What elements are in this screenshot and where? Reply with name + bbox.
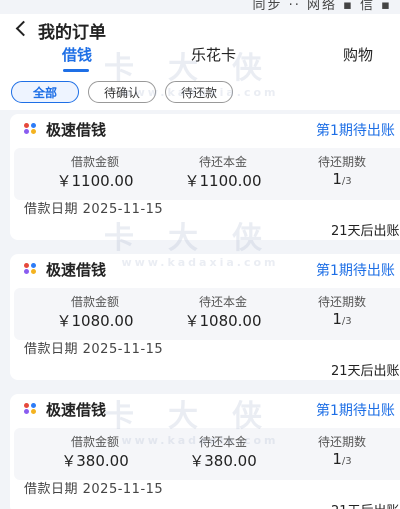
amount-value: ￥1080.00	[56, 312, 134, 330]
amount-label: 借款金额	[70, 155, 119, 169]
amount-label: 借款金额	[70, 295, 119, 309]
product-name: 极速借钱	[46, 261, 107, 279]
category-tabs: 借钱 乐花卡 购物	[0, 42, 400, 72]
order-status: 第1期待出账	[316, 263, 395, 279]
periods-current: 1	[332, 310, 342, 328]
billing-countdown: 21天后出账	[331, 500, 400, 509]
amount-value: ￥380.00	[61, 452, 129, 470]
loan-date: 借款日期 2025-11-15	[24, 202, 164, 217]
billing-countdown: 21天后出账	[331, 364, 400, 379]
periods-total: /3	[341, 316, 352, 327]
order-card-header: 极速借钱 第1期待出账	[10, 394, 400, 422]
order-stats: 借款金额 ￥1100.00 待还本金 ￥1100.00 待还期数 1/3	[14, 148, 400, 200]
filter-pending-confirm-chip[interactable]: 待确认	[88, 81, 156, 103]
order-card[interactable]: 极速借钱 第1期待出账 借款金额 ￥1100.00 待还本金 ￥1100.00 …	[10, 114, 400, 240]
order-list-page: 同步 ·· 网络 ▪ 信 ▪ 我的订单 借钱 乐花卡 购物 全部 待确认 待还款…	[0, 0, 400, 509]
product-name: 极速借钱	[46, 401, 107, 419]
periods-current: 1	[332, 450, 342, 468]
periods-total: /3	[341, 176, 352, 187]
loan-date: 借款日期 2025-11-15	[24, 342, 164, 357]
periods-label: 待还期数	[317, 435, 366, 449]
product-name: 极速借钱	[46, 121, 107, 139]
order-card[interactable]: 极速借钱 第1期待出账 借款金额 ￥1080.00 待还本金 ￥1080.00 …	[10, 254, 400, 380]
principal-value: ￥1080.00	[184, 312, 262, 330]
loan-date: 借款日期 2025-11-15	[24, 482, 164, 497]
back-arrow-icon[interactable]	[12, 17, 32, 39]
periods-label: 待还期数	[317, 295, 366, 309]
order-card[interactable]: 极速借钱 第1期待出账 借款金额 ￥380.00 待还本金 ￥380.00 待还…	[10, 394, 400, 509]
order-card-header: 极速借钱 第1期待出账	[10, 254, 400, 282]
periods-value: 1/3	[306, 170, 378, 188]
principal-label: 待还本金	[198, 435, 247, 449]
order-status: 第1期待出账	[316, 403, 395, 419]
order-stats: 借款金额 ￥380.00 待还本金 ￥380.00 待还期数 1/3	[14, 428, 400, 480]
tab-lehua-card[interactable]: 乐花卡	[191, 44, 236, 65]
product-logo-icon	[24, 403, 38, 415]
status-bar: 同步 ·· 网络 ▪ 信 ▪	[0, 0, 400, 13]
amount-label: 借款金额	[70, 435, 119, 449]
periods-value: 1/3	[306, 450, 378, 468]
page-title: 我的订单	[38, 23, 106, 43]
status-filter-bar: 全部 待确认 待还款	[0, 72, 400, 110]
periods-total: /3	[341, 456, 352, 467]
principal-value: ￥1100.00	[184, 172, 262, 190]
periods-value: 1/3	[306, 310, 378, 328]
periods-label: 待还期数	[317, 155, 366, 169]
tab-shopping[interactable]: 购物	[343, 44, 373, 65]
principal-label: 待还本金	[198, 155, 247, 169]
product-logo-icon	[24, 123, 38, 135]
order-card-header: 极速借钱 第1期待出账	[10, 114, 400, 142]
billing-countdown: 21天后出账	[331, 224, 400, 239]
filter-all-chip[interactable]: 全部	[11, 81, 79, 103]
tab-loan[interactable]: 借钱	[62, 44, 92, 65]
product-logo-icon	[24, 263, 38, 275]
order-status: 第1期待出账	[316, 123, 395, 139]
filter-pending-repay-chip[interactable]: 待还款	[165, 81, 233, 103]
periods-current: 1	[332, 170, 342, 188]
principal-value: ￥380.00	[189, 452, 257, 470]
principal-label: 待还本金	[198, 295, 247, 309]
order-stats: 借款金额 ￥1080.00 待还本金 ￥1080.00 待还期数 1/3	[14, 288, 400, 340]
status-bar-text: 同步 ·· 网络 ▪ 信 ▪	[252, 0, 392, 13]
amount-value: ￥1100.00	[56, 172, 134, 190]
